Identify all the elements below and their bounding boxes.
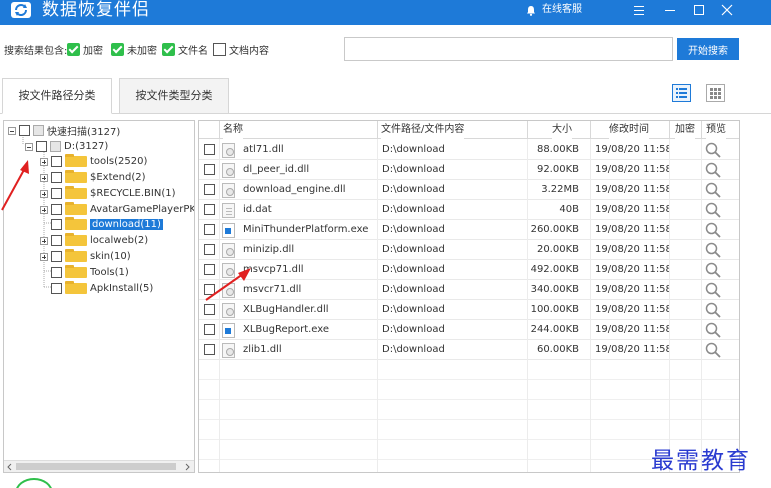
red-arrow-file	[205, 268, 251, 301]
watermark-text: 最需教育	[651, 448, 751, 474]
red-arrow-tree	[1, 160, 29, 211]
annotation-arrows	[1, 160, 251, 301]
tab-by-path[interactable]: 按文件路径分类	[2, 78, 112, 114]
